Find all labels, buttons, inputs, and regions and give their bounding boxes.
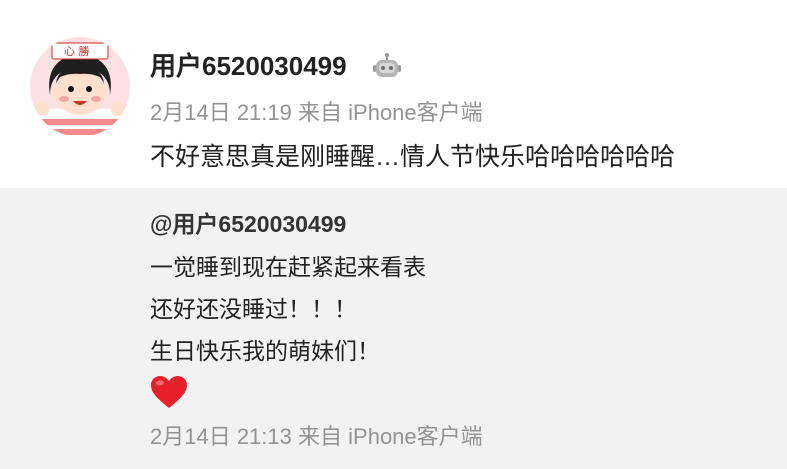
post-username[interactable]: 用户6520030499 [150,48,347,84]
repost-text-line: 一觉睡到现在赶紧起来看表 [150,254,426,280]
post-source[interactable]: iPhone客户端 [348,100,483,125]
repost-text-line: 还好还没睡过！！！ [150,296,357,322]
red-heart-icon [150,375,188,409]
post-meta: 2月14日 21:19 来自 iPhone客户端 [150,98,483,128]
repost-meta: 2月14日 21:13 来自 iPhone客户端 [150,422,483,452]
post-text: 不好意思真是刚睡醒…情人节快乐哈哈哈哈哈哈 [150,143,676,171]
repost-time: 2月14日 21:13 [150,424,292,449]
post-time: 2月14日 21:19 [150,100,292,125]
robot-badge-icon [372,51,402,81]
user-avatar[interactable]: 心 勝 [30,37,130,137]
user-avatar-cartoon-icon: 心 勝 [30,37,130,137]
repost-source-prefix: 来自 [298,424,343,449]
post-source-prefix: 来自 [298,100,343,125]
repost-username[interactable]: @用户6520030499 [150,208,346,240]
svg-text:心 勝: 心 勝 [64,44,90,58]
repost-text-line: 生日快乐我的萌妹们！ [150,338,380,364]
weibo-post: 心 勝 用户6520030499 2月14日 21:19 来自 iPhone客户… [0,0,787,188]
repost-source[interactable]: iPhone客户端 [348,424,483,449]
